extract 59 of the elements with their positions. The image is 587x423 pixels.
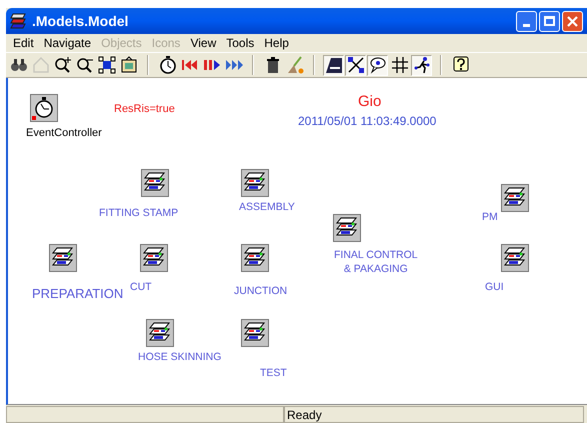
stopwatch-button[interactable] <box>157 54 178 76</box>
menu-item[interactable]: Help <box>259 34 294 52</box>
node-label: EventController <box>26 126 102 140</box>
frame-icon <box>120 56 138 74</box>
layers-icon[interactable] <box>49 244 77 272</box>
status-label: ResRis=true <box>114 102 175 117</box>
timestamp-label: 2011/05/01 11:03:49.0000 <box>298 113 436 130</box>
fit-button[interactable] <box>96 54 117 76</box>
app-icon <box>10 13 28 29</box>
menu-item[interactable]: Tools <box>221 34 260 52</box>
layers-icon[interactable] <box>333 214 361 242</box>
speech-icon <box>368 56 386 74</box>
node-label: CUT <box>130 280 152 294</box>
home-icon <box>32 56 50 74</box>
zoom-out-icon <box>76 56 94 74</box>
zoom-in-icon <box>54 56 72 74</box>
menu-item[interactable]: Edit <box>8 34 39 52</box>
node-label: GUI <box>485 280 504 294</box>
node-label: PM <box>482 210 498 224</box>
maximize-icon <box>544 16 555 26</box>
runner-button[interactable] <box>411 54 432 76</box>
maximize-button[interactable] <box>539 10 560 32</box>
node-label: FITTING STAMP <box>99 206 178 220</box>
window-title: .Models.Model <box>32 12 128 30</box>
close-button[interactable] <box>562 10 583 32</box>
speech-button[interactable] <box>367 54 388 76</box>
layers-icon[interactable] <box>241 169 269 197</box>
node-label: TEST <box>260 366 287 380</box>
layers-icon[interactable] <box>140 244 168 272</box>
layers-icon[interactable] <box>241 319 269 347</box>
status-text: Ready <box>284 406 584 423</box>
minimize-icon <box>523 24 530 26</box>
layers-icon[interactable] <box>501 184 529 212</box>
minimize-button[interactable] <box>516 10 537 32</box>
help-icon <box>452 56 470 74</box>
node-label: PREPARATION <box>32 287 124 301</box>
menu-item[interactable]: View <box>185 34 222 52</box>
arrows-button[interactable] <box>345 54 366 76</box>
close-icon <box>567 16 578 26</box>
node-label: HOSE SKINNING <box>138 350 222 364</box>
grid-button[interactable] <box>389 54 410 76</box>
model-name-label: Gio <box>358 92 382 112</box>
binoculars-icon <box>10 56 28 74</box>
fit-icon <box>98 56 116 74</box>
layers-icon[interactable] <box>146 319 174 347</box>
node-label: JUNCTION <box>234 284 288 298</box>
stopwatch-icon[interactable] <box>30 94 58 122</box>
layers-icon[interactable] <box>141 169 169 197</box>
iron-button[interactable] <box>323 54 344 76</box>
stopwatch-icon <box>158 56 176 74</box>
menu-item[interactable]: Navigate <box>38 34 96 52</box>
layers-icon[interactable] <box>501 244 529 272</box>
layers-icon[interactable] <box>241 244 269 272</box>
iron-icon <box>324 56 342 74</box>
runner-icon <box>412 56 430 74</box>
broom-icon <box>286 56 304 74</box>
grid-icon <box>390 56 408 74</box>
node-label: FINAL CONTROL & PAKAGING <box>334 248 418 276</box>
node-label: ASSEMBLY <box>239 200 295 214</box>
